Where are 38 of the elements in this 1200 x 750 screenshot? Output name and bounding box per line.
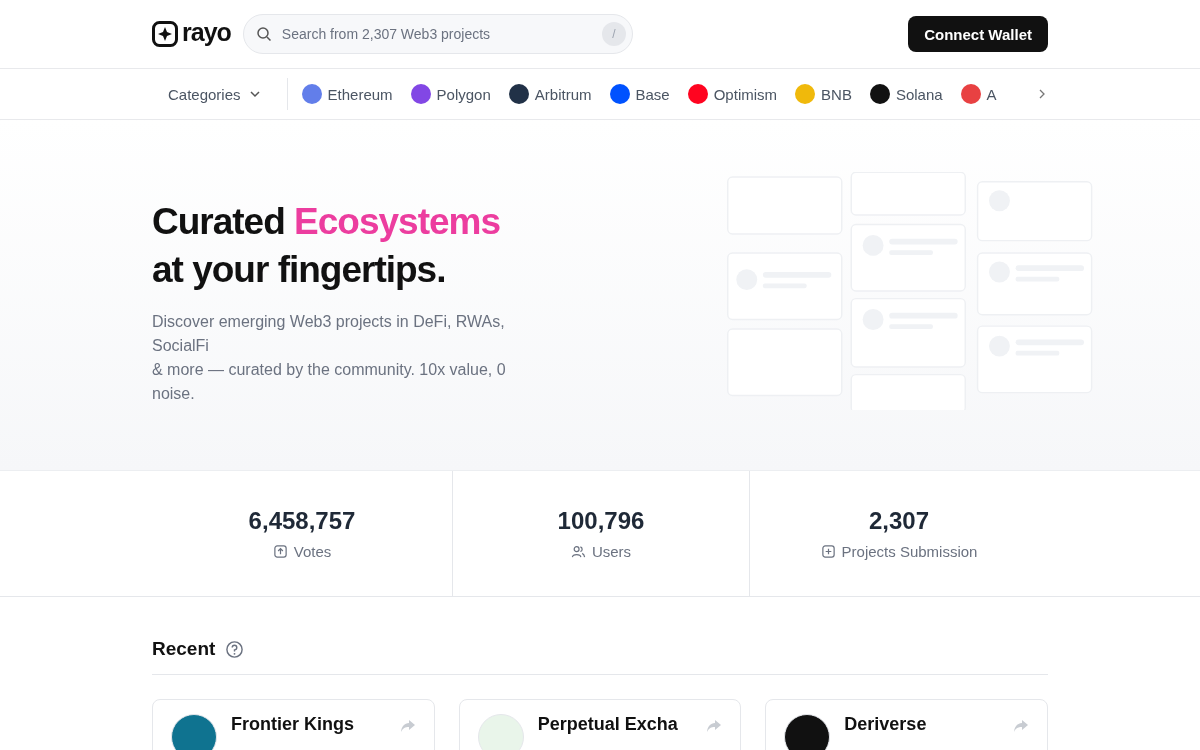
share-icon[interactable] xyxy=(1013,718,1029,734)
chevron-down-icon xyxy=(248,88,261,100)
project-card[interactable]: Frontier Kings xyxy=(152,699,435,750)
stat-label: Votes xyxy=(293,543,332,560)
stat-value: 2,307 xyxy=(868,507,930,535)
stat-value: 100,796 xyxy=(557,507,645,535)
logo-icon xyxy=(152,21,178,47)
stat-label: Projects Submission xyxy=(841,543,978,560)
project-name: Deriverse xyxy=(844,714,928,735)
stat-label: Users xyxy=(591,543,632,560)
help-icon[interactable] xyxy=(225,639,245,659)
chain-link[interactable]: BNB xyxy=(795,84,852,104)
project-card[interactable]: Perpetual Excha xyxy=(458,699,742,750)
plus-square-icon xyxy=(820,544,836,559)
share-icon[interactable] xyxy=(399,718,416,734)
hero-heading: at your fingertips. xyxy=(152,248,447,292)
search-icon xyxy=(255,26,272,42)
users-icon xyxy=(570,544,586,559)
section-title: Recent xyxy=(152,638,216,660)
chain-link[interactable]: Ethereum xyxy=(301,84,393,104)
shortcut-key: / xyxy=(601,22,626,46)
chain-link[interactable]: Arbitrum xyxy=(508,84,592,104)
project-card[interactable]: Deriverse xyxy=(765,699,1048,750)
chain-link[interactable]: Polygon xyxy=(410,84,491,104)
chain-link[interactable]: Solana xyxy=(869,84,943,104)
hero-description: Discover emerging Web3 projects in DeFi, RWAs, SocialFi & more — curated by the community. 10x value, 0 noise. xyxy=(152,312,507,404)
chain-link[interactable]: Optimism xyxy=(687,84,778,104)
project-name: Perpetual Excha xyxy=(537,714,679,735)
search-field[interactable]: Search from 2,307 Web3 projects xyxy=(279,25,602,43)
share-icon[interactable] xyxy=(706,718,723,734)
chain-link[interactable]: Base xyxy=(609,84,670,104)
logo-text[interactable]: rayo xyxy=(182,18,231,47)
hero-heading: Curated Ecosystems xyxy=(152,200,502,244)
project-name: Frontier Kings xyxy=(231,714,355,735)
categories-dropdown[interactable]: Categories xyxy=(152,85,277,103)
stat-value: 6,458,757 xyxy=(248,507,356,535)
upvote-icon xyxy=(272,544,288,559)
connect-wallet-button[interactable]: Connect Wallet xyxy=(908,16,1048,52)
